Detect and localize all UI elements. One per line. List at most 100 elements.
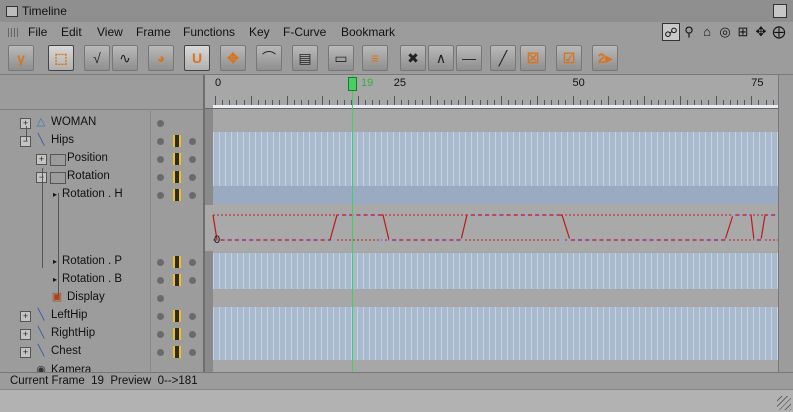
key-mode-button[interactable]: γ bbox=[8, 45, 34, 71]
fcurve-key[interactable] bbox=[575, 238, 578, 242]
vertical-scrollbar[interactable] bbox=[778, 75, 793, 372]
visibility-dot[interactable] bbox=[157, 349, 164, 356]
fcurve-key[interactable] bbox=[424, 238, 428, 242]
fcurve-key[interactable] bbox=[274, 238, 278, 242]
fcurve-key[interactable] bbox=[467, 213, 471, 217]
fcurve-key[interactable] bbox=[660, 238, 664, 242]
fcurve-key[interactable] bbox=[768, 213, 772, 217]
ruler-button[interactable]: ≡ bbox=[362, 45, 388, 71]
menu-functions[interactable]: Functions bbox=[183, 25, 235, 39]
peak-button[interactable]: ∧ bbox=[428, 45, 454, 71]
expand-toggle[interactable]: + bbox=[20, 311, 31, 322]
fcurve-key[interactable] bbox=[517, 213, 521, 217]
menu-frame[interactable]: Frame bbox=[136, 25, 171, 39]
expand-toggle[interactable]: + bbox=[20, 329, 31, 340]
lock-dot[interactable] bbox=[189, 192, 196, 199]
tree-row-chest[interactable]: + ╲ Chest bbox=[0, 343, 205, 361]
film-icon[interactable] bbox=[173, 153, 181, 165]
fcurve-key[interactable] bbox=[331, 238, 335, 242]
fcurve-key[interactable] bbox=[703, 238, 707, 242]
fcurve-key[interactable] bbox=[339, 213, 343, 217]
fcurve-key[interactable] bbox=[381, 238, 385, 242]
move-icon[interactable]: ✥ bbox=[752, 23, 770, 41]
fcurve-key[interactable] bbox=[224, 238, 228, 242]
fcurve-key[interactable] bbox=[296, 238, 300, 242]
fcurve-key[interactable] bbox=[617, 238, 621, 242]
fcurve-key[interactable] bbox=[253, 238, 257, 242]
fcurve-key[interactable] bbox=[753, 238, 757, 242]
fcurve-key[interactable] bbox=[246, 238, 250, 242]
tree-row-hips[interactable]: − ╲ Hips bbox=[0, 132, 205, 150]
tree-row-righthip[interactable]: + ╲ RightHip bbox=[0, 325, 205, 343]
fcurve-key[interactable] bbox=[289, 238, 292, 242]
menu-key[interactable]: Key bbox=[249, 25, 270, 39]
fcurve-key[interactable] bbox=[346, 213, 350, 217]
menu-bookmark[interactable]: Bookmark bbox=[341, 25, 395, 39]
fcurve-key[interactable] bbox=[403, 238, 407, 242]
fcurve-key[interactable] bbox=[732, 213, 736, 217]
fcurve-key[interactable] bbox=[396, 238, 400, 242]
film-icon[interactable] bbox=[173, 171, 181, 183]
confirm-key-button[interactable]: ☑ bbox=[556, 45, 582, 71]
fcurve-key[interactable] bbox=[646, 238, 650, 242]
fcurve-key[interactable] bbox=[625, 238, 629, 242]
fcurve-key[interactable] bbox=[453, 238, 457, 242]
film-icon[interactable] bbox=[173, 310, 181, 322]
lock-dot[interactable] bbox=[189, 156, 196, 163]
lock-dot[interactable] bbox=[189, 138, 196, 145]
ease-button[interactable]: ⌒ bbox=[256, 45, 282, 71]
fcurve-key[interactable] bbox=[546, 213, 550, 217]
menu-fcurve[interactable]: F-Curve bbox=[283, 25, 326, 39]
tree-row-lefthip[interactable]: + ╲ LeftHip bbox=[0, 307, 205, 325]
fcurve-key[interactable] bbox=[489, 213, 493, 217]
visibility-dot[interactable] bbox=[157, 192, 164, 199]
lock-dot[interactable] bbox=[189, 331, 196, 338]
lock-dot[interactable] bbox=[189, 259, 196, 266]
fcurve-mode-button[interactable]: ∿ bbox=[112, 45, 138, 71]
fcurve-key[interactable] bbox=[410, 238, 414, 242]
timeline-panel[interactable]: 0 25 50 75 19 0 bbox=[205, 75, 778, 372]
fcurve-key[interactable] bbox=[510, 213, 514, 217]
fcurve-key[interactable] bbox=[667, 238, 671, 242]
visibility-dot[interactable] bbox=[157, 313, 164, 320]
magnify-icon[interactable]: ⚲ bbox=[680, 23, 698, 41]
fcurve-key[interactable] bbox=[353, 213, 357, 217]
fcurve-key[interactable] bbox=[474, 213, 478, 217]
fcurve-key[interactable] bbox=[746, 213, 750, 217]
spline-button[interactable]: ✖ bbox=[400, 45, 426, 71]
flat-button[interactable]: — bbox=[456, 45, 482, 71]
fcurve-key[interactable] bbox=[317, 238, 321, 242]
record-2-button[interactable]: 2▸ bbox=[592, 45, 618, 71]
film-icon[interactable] bbox=[173, 135, 181, 147]
frame-plus-icon[interactable]: ⊞ bbox=[734, 23, 752, 41]
fcurve-key[interactable] bbox=[417, 238, 421, 242]
visibility-dot[interactable] bbox=[157, 120, 164, 127]
fcurve-key[interactable] bbox=[760, 238, 764, 242]
zoom-icon[interactable]: ⨁ bbox=[770, 23, 788, 41]
fcurve-key[interactable] bbox=[539, 213, 543, 217]
fcurve-key[interactable] bbox=[524, 213, 528, 217]
film-icon[interactable] bbox=[173, 274, 181, 286]
fcurve-key[interactable] bbox=[389, 238, 393, 242]
fcurve-line[interactable] bbox=[212, 214, 778, 241]
move-key-button[interactable]: ✥ bbox=[220, 45, 246, 71]
fcurve-key[interactable] bbox=[603, 238, 607, 242]
fcurve-key[interactable] bbox=[739, 213, 743, 217]
film-icon[interactable] bbox=[173, 189, 181, 201]
fcurve-key[interactable] bbox=[238, 238, 242, 242]
fcurve-key[interactable] bbox=[589, 238, 593, 242]
visibility-dot[interactable] bbox=[157, 156, 164, 163]
fcurve-key[interactable] bbox=[682, 238, 686, 242]
select-mode-button[interactable]: ⬚ bbox=[48, 45, 74, 71]
fcurve-key[interactable] bbox=[446, 238, 450, 242]
menu-view[interactable]: View bbox=[97, 25, 123, 39]
visibility-dot[interactable] bbox=[157, 277, 164, 284]
tree-row-rotation-p[interactable]: ▸ Rotation . P bbox=[0, 253, 205, 271]
fcurve-key[interactable] bbox=[675, 238, 679, 242]
magnet-button[interactable]: U bbox=[184, 45, 210, 71]
window-control-button[interactable] bbox=[773, 4, 787, 18]
lock-dot[interactable] bbox=[189, 349, 196, 356]
visibility-dot[interactable] bbox=[157, 174, 164, 181]
tree-row-rotation-b[interactable]: ▸ Rotation . B bbox=[0, 271, 205, 289]
current-frame-marker[interactable] bbox=[348, 77, 357, 91]
